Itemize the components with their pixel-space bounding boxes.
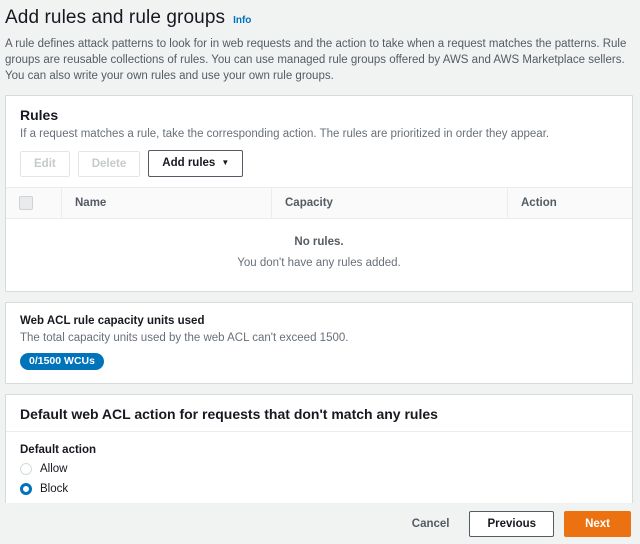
page-header: Add rules and rule groups Info A rule de… [0, 0, 640, 84]
wizard-footer: Cancel Previous Next [0, 503, 640, 544]
default-action-field-label: Default action [20, 444, 618, 456]
radio-option-block[interactable]: Block [20, 483, 618, 495]
chevron-down-icon: ▼ [221, 158, 229, 167]
cancel-button[interactable]: Cancel [402, 512, 460, 536]
rules-action-buttons: Edit Delete Add rules ▼ [6, 150, 632, 187]
select-all-checkbox[interactable] [19, 196, 33, 210]
next-button[interactable]: Next [564, 511, 631, 537]
rules-panel-header: Rules If a request matches a rule, take … [6, 96, 632, 150]
default-action-body: Default action Allow Block [6, 432, 632, 511]
empty-state-title: No rules. [6, 236, 632, 248]
title-row: Add rules and rule groups Info [5, 6, 632, 30]
rules-panel-subtitle: If a request matches a rule, take the co… [20, 127, 618, 142]
add-rules-button[interactable]: Add rules ▼ [148, 150, 243, 177]
page-description: A rule defines attack patterns to look f… [5, 36, 632, 84]
info-link[interactable]: Info [233, 15, 251, 26]
rules-table: Name Capacity Action No rules. You don't… [6, 187, 632, 291]
rules-table-head: Name Capacity Action [6, 188, 632, 219]
empty-state-subtitle: You don't have any rules added. [6, 257, 632, 269]
radio-block-icon[interactable] [20, 483, 32, 495]
radio-option-allow[interactable]: Allow [20, 463, 618, 475]
column-header-capacity[interactable]: Capacity [272, 188, 508, 219]
rules-panel-title: Rules [20, 106, 618, 124]
add-rules-page: Add rules and rule groups Info A rule de… [0, 0, 640, 544]
table-header-row: Name Capacity Action [6, 188, 632, 219]
delete-button[interactable]: Delete [78, 151, 141, 177]
column-header-name[interactable]: Name [62, 188, 272, 219]
radio-allow-label[interactable]: Allow [40, 463, 67, 475]
capacity-description: The total capacity units used by the web… [20, 331, 618, 346]
capacity-panel: Web ACL rule capacity units used The tot… [5, 302, 633, 384]
select-all-header [6, 188, 62, 219]
edit-button[interactable]: Edit [20, 151, 70, 177]
default-action-header: Default web ACL action for requests that… [6, 395, 632, 432]
page-title: Add rules and rule groups [5, 6, 225, 30]
rules-table-body: No rules. You don't have any rules added… [6, 219, 632, 292]
default-action-panel: Default web ACL action for requests that… [5, 394, 633, 512]
radio-block-label[interactable]: Block [40, 483, 68, 495]
add-rules-label: Add rules [162, 157, 215, 169]
default-action-title: Default web ACL action for requests that… [20, 405, 618, 423]
column-header-action[interactable]: Action [508, 188, 633, 219]
capacity-badge: 0/1500 WCUs [20, 353, 104, 370]
empty-state-row: No rules. You don't have any rules added… [6, 219, 632, 292]
previous-button[interactable]: Previous [469, 511, 554, 537]
capacity-panel-body: Web ACL rule capacity units used The tot… [6, 303, 632, 383]
radio-allow-icon[interactable] [20, 463, 32, 475]
rules-panel: Rules If a request matches a rule, take … [5, 95, 633, 292]
empty-state-cell: No rules. You don't have any rules added… [6, 219, 632, 292]
capacity-label: Web ACL rule capacity units used [20, 314, 618, 329]
